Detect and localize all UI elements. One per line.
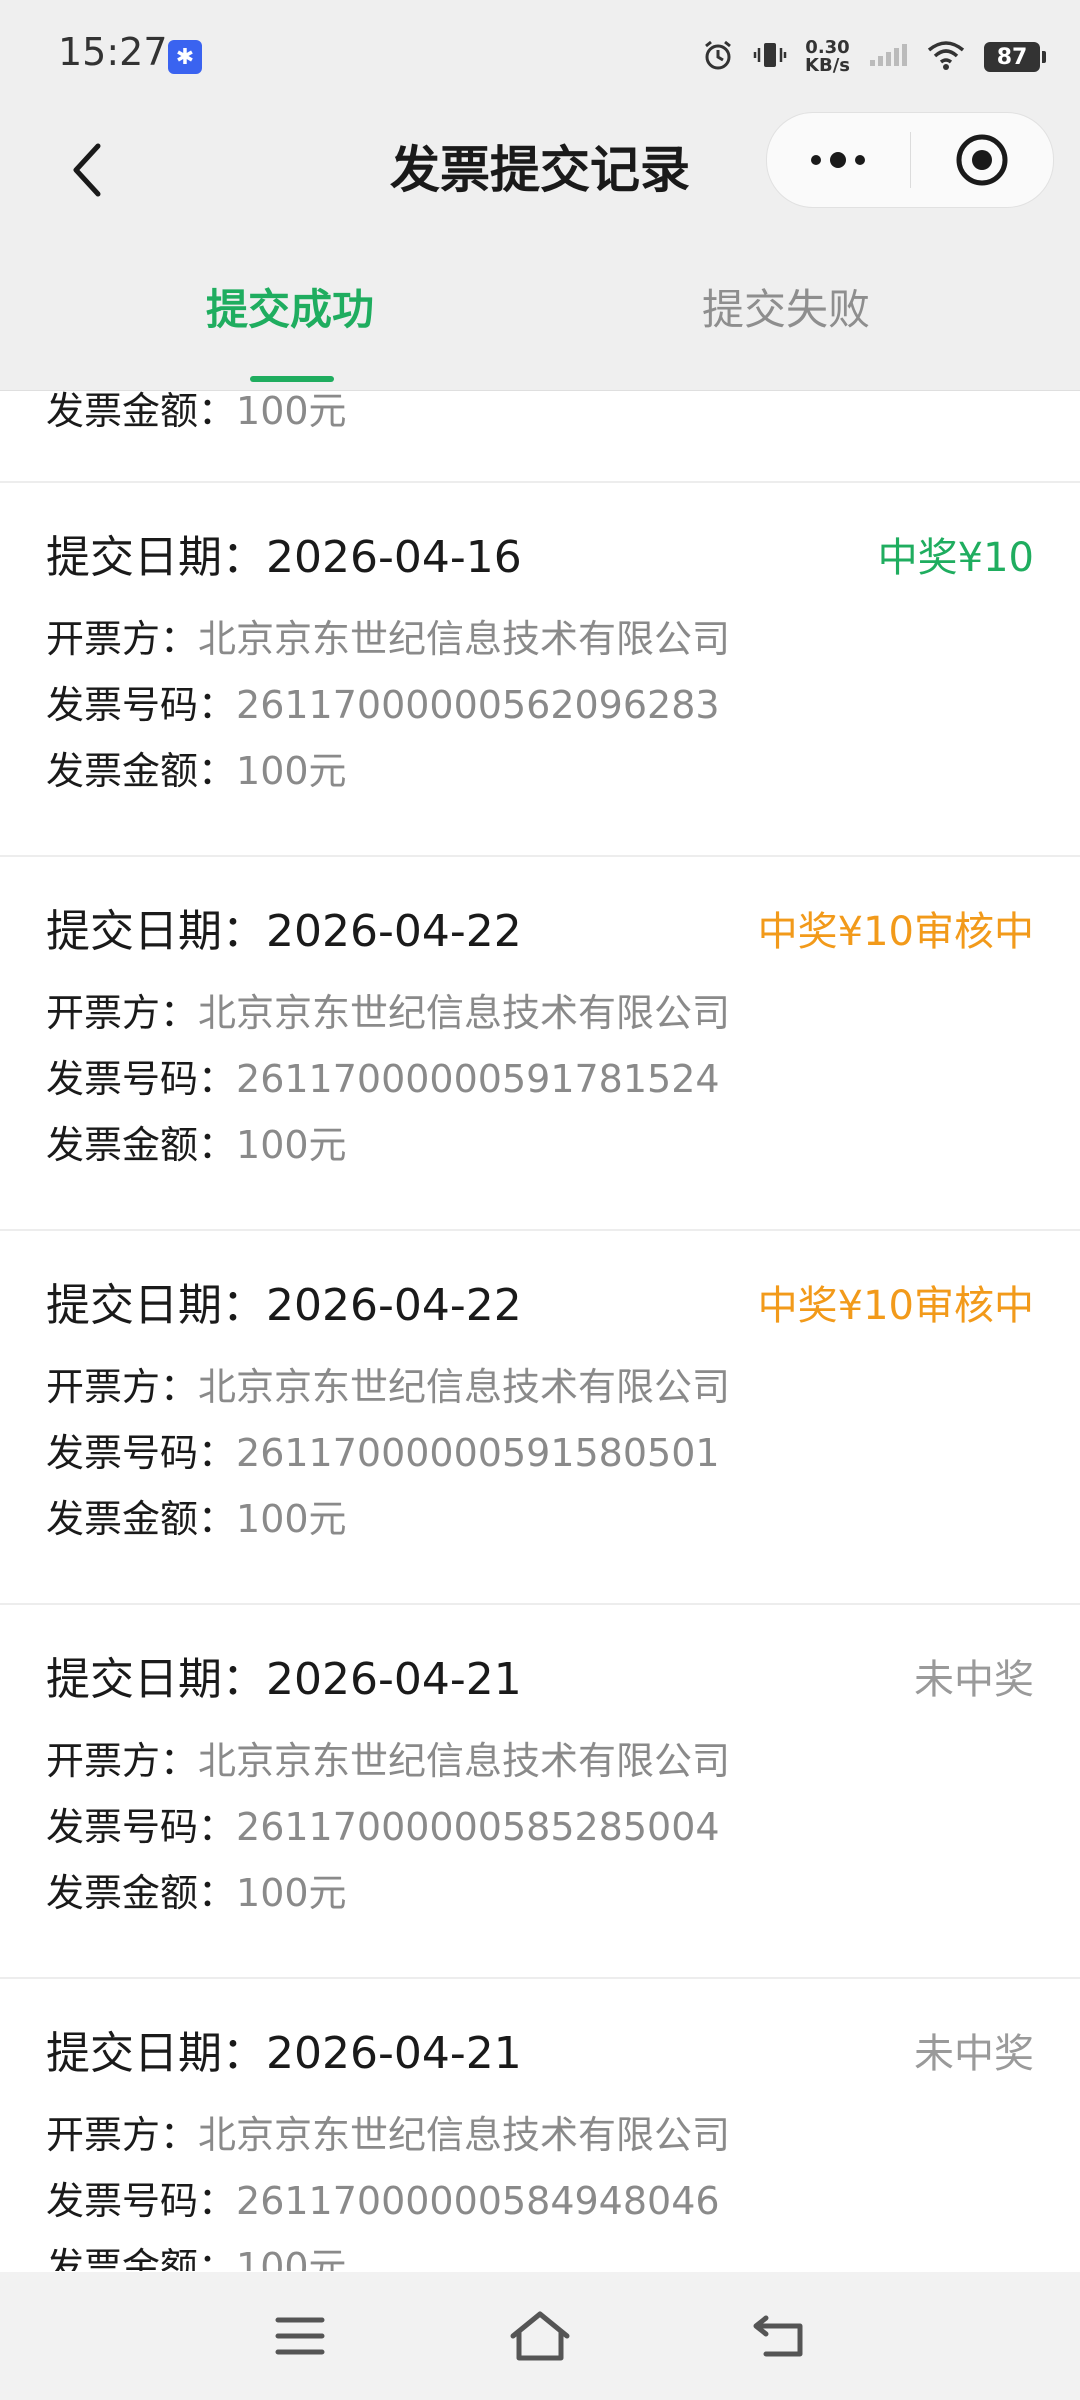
amount-row: 发票金额：100元 (46, 743, 347, 799)
amount-row: 发票金额：100元 (46, 2239, 347, 2271)
issuer-row: 开票方：北京京东世纪信息技术有限公司 (46, 611, 730, 667)
tab-submit-success[interactable]: 提交成功 (140, 280, 440, 340)
date-value: 2026-04-21 (266, 1654, 522, 1705)
date-label: 提交日期： (46, 906, 266, 957)
amount-value: 100元 (236, 2245, 347, 2271)
amount-row: 发票金额：100元 (46, 1865, 347, 1921)
mini-program-capsule (766, 112, 1054, 208)
home-icon[interactable] (500, 2296, 580, 2376)
amount-row: 发票金额：100元 (46, 1491, 347, 1547)
tab-submit-failed[interactable]: 提交失败 (636, 280, 936, 340)
tab-bar: 提交成功 提交失败 (0, 250, 1080, 391)
invoice-number-value: 26117000000591781524 (236, 1057, 720, 1101)
date-value: 2026-04-22 (266, 906, 522, 957)
invoice-number-value: 26117000000591580501 (236, 1431, 720, 1475)
issuer-value: 北京京东世纪信息技术有限公司 (198, 2113, 731, 2157)
invoice-number-row: 发票号码：26117000000591781524 (46, 1051, 720, 1107)
issuer-row: 开票方：北京京东世纪信息技术有限公司 (46, 2107, 730, 2163)
invoice-number-value: 26117000000584948046 (236, 2179, 720, 2223)
system-navigation-bar (0, 2272, 1080, 2400)
amount-value: 100元 (236, 1497, 347, 1541)
title-bar: 发票提交记录 (0, 110, 1080, 250)
active-tab-indicator (250, 376, 334, 382)
invoice-number-row: 发票号码：26117000000584948046 (46, 2173, 720, 2229)
date-value: 2026-04-16 (266, 532, 522, 583)
invoice-number-value: 26117000000562096283 (236, 683, 720, 727)
date-value: 2026-04-21 (266, 2028, 522, 2079)
submit-date: 提交日期：2026-04-16 (46, 523, 522, 593)
issuer-value: 北京京东世纪信息技术有限公司 (198, 1739, 731, 1783)
amount-label: 发票金额： (46, 1871, 237, 1915)
status-bar: 15:27 ✱ 0.30 KB/s 87 (0, 0, 1080, 110)
vibrate-icon (753, 38, 787, 76)
list-item[interactable]: 提交日期：2026-04-22 中奖¥10审核中 开票方：北京京东世纪信息技术有… (0, 1231, 1080, 1605)
alarm-icon (701, 38, 735, 76)
net-speed-unit: KB/s (805, 55, 850, 76)
status-time: 15:27 (58, 30, 168, 74)
invoice-number-label: 发票号码： (46, 1431, 237, 1475)
invoice-number-label: 发票号码： (46, 2179, 237, 2223)
app-notification-icon: ✱ (168, 40, 202, 74)
date-label: 提交日期： (46, 532, 266, 583)
amount-row: 发票金额：100元 (46, 1117, 347, 1173)
date-label: 提交日期： (46, 1280, 266, 1331)
invoice-number-row: 发票号码：26117000000591580501 (46, 1425, 720, 1481)
target-circle-icon[interactable] (911, 113, 1054, 207)
amount-label: 发票金额： (46, 2245, 237, 2271)
issuer-label: 开票方： (46, 1365, 199, 1409)
prize-status: 中奖¥10 (877, 535, 1034, 581)
invoice-number-label: 发票号码： (46, 1805, 237, 1849)
list-item[interactable]: 提交日期：2026-04-16 中奖¥10 开票方：北京京东世纪信息技术有限公司… (0, 483, 1080, 857)
prize-status: 未中奖 (914, 1657, 1034, 1703)
status-icons: 0.30 KB/s 87 (701, 32, 1046, 82)
invoice-number-label: 发票号码： (46, 683, 237, 727)
battery-indicator: 87 (984, 42, 1046, 72)
invoice-number-row: 发票号码：26117000000562096283 (46, 677, 720, 733)
invoice-number-label: 发票号码： (46, 1057, 237, 1101)
date-label: 提交日期： (46, 1654, 266, 1705)
list-item-partial: 发票金额：100元 (0, 391, 1080, 483)
invoice-number-value: 26117000000585285004 (236, 1805, 720, 1849)
amount-label: 发票金额： (46, 749, 237, 793)
signal-icon (868, 42, 908, 72)
amount-label: 发票金额： (46, 391, 237, 433)
menu-icon[interactable] (260, 2296, 340, 2376)
net-speed: 0.30 KB/s (805, 39, 850, 75)
submit-date: 提交日期：2026-04-22 (46, 1271, 522, 1341)
amount-value: 100元 (236, 1123, 347, 1167)
wifi-icon (926, 39, 966, 75)
issuer-row: 开票方：北京京东世纪信息技术有限公司 (46, 985, 730, 1041)
issuer-label: 开票方： (46, 2113, 199, 2157)
submit-date: 提交日期：2026-04-21 (46, 1645, 522, 1715)
issuer-label: 开票方： (46, 991, 199, 1035)
amount-value: 100元 (236, 749, 347, 793)
issuer-label: 开票方： (46, 1739, 199, 1783)
list-item[interactable]: 提交日期：2026-04-22 中奖¥10审核中 开票方：北京京东世纪信息技术有… (0, 857, 1080, 1231)
issuer-label: 开票方： (46, 617, 199, 661)
issuer-value: 北京京东世纪信息技术有限公司 (198, 1365, 731, 1409)
invoice-record-list[interactable]: 发票金额：100元 提交日期：2026-04-16 中奖¥10 开票方：北京京东… (0, 391, 1080, 2271)
issuer-row: 开票方：北京京东世纪信息技术有限公司 (46, 1733, 730, 1789)
list-item[interactable]: 提交日期：2026-04-21 未中奖 开票方：北京京东世纪信息技术有限公司 发… (0, 1979, 1080, 2271)
issuer-value: 北京京东世纪信息技术有限公司 (198, 991, 731, 1035)
amount-value: 100元 (236, 1871, 347, 1915)
list-item[interactable]: 提交日期：2026-04-21 未中奖 开票方：北京京东世纪信息技术有限公司 发… (0, 1605, 1080, 1979)
amount-label: 发票金额： (46, 1497, 237, 1541)
submit-date: 提交日期：2026-04-21 (46, 2019, 522, 2089)
amount-row: 发票金额：100元 (46, 391, 347, 439)
prize-status: 中奖¥10审核中 (757, 909, 1034, 955)
amount-value: 100元 (236, 391, 347, 433)
prize-status: 中奖¥10审核中 (757, 1283, 1034, 1329)
prize-status: 未中奖 (914, 2031, 1034, 2077)
date-label: 提交日期： (46, 2028, 266, 2079)
more-dots-icon[interactable] (767, 113, 910, 207)
amount-label: 发票金额： (46, 1123, 237, 1167)
issuer-value: 北京京东世纪信息技术有限公司 (198, 617, 731, 661)
submit-date: 提交日期：2026-04-22 (46, 897, 522, 967)
date-value: 2026-04-22 (266, 1280, 522, 1331)
back-arrow-icon[interactable] (740, 2296, 820, 2376)
invoice-number-row: 发票号码：26117000000585285004 (46, 1799, 720, 1855)
issuer-row: 开票方：北京京东世纪信息技术有限公司 (46, 1359, 730, 1415)
